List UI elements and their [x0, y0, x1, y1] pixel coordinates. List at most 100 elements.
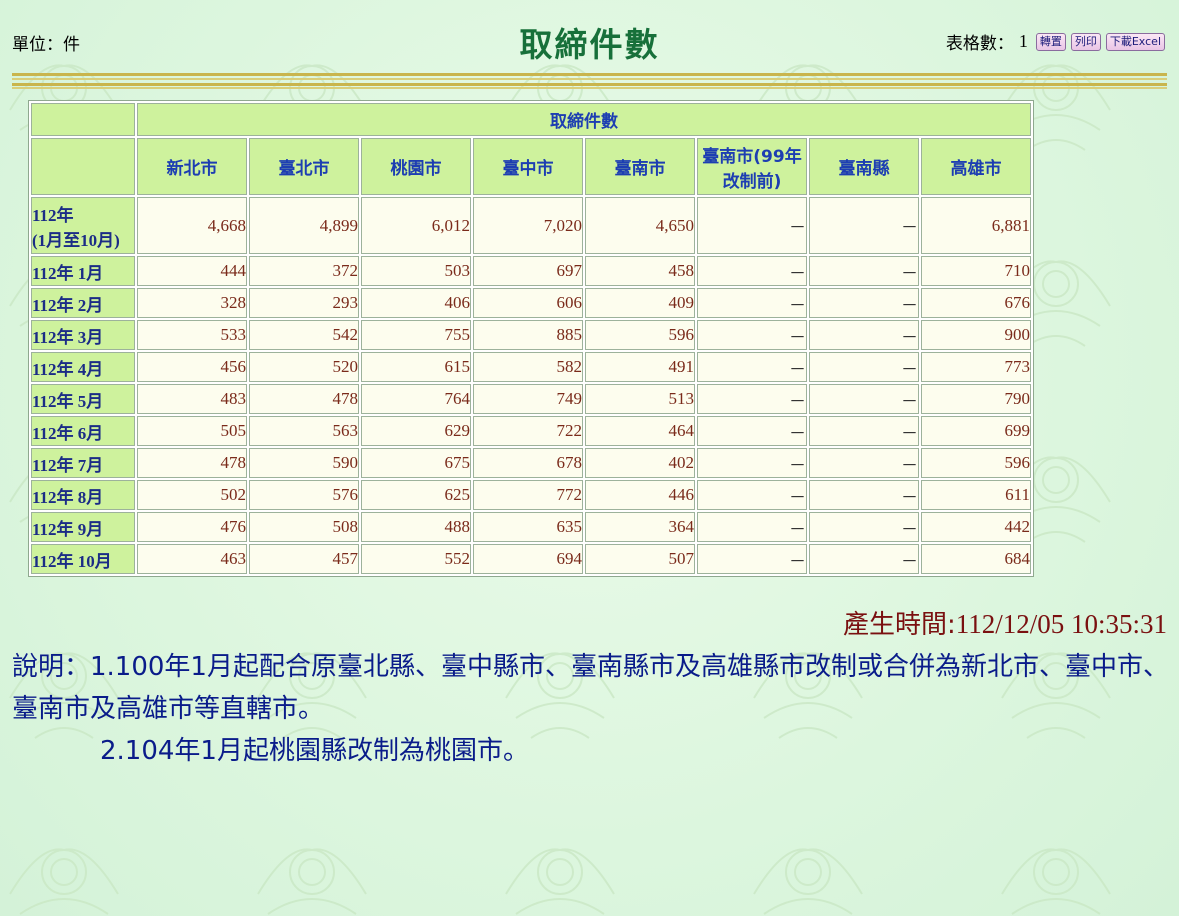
table-cell: 615 [361, 352, 471, 382]
table-cell: 590 [249, 448, 359, 478]
table-row: 112年 6月 505 563 629 722 464 －－ 699 [31, 416, 1031, 446]
table-cell: 507 [585, 544, 695, 574]
table-cell: 508 [249, 512, 359, 542]
header-divider [12, 73, 1167, 89]
column-header-text: 桃園市 [390, 159, 442, 179]
table-row: 112年 4月 456 520 615 582 491 －－ 773 [31, 352, 1031, 382]
table-cell: 699 [921, 416, 1031, 446]
column-header: 臺南市 [585, 138, 695, 195]
column-header-row: 新北市 臺北市 桃園市 臺中市 臺南市 臺南市(99年 改制前) 臺南縣 高雄市 [31, 138, 1031, 195]
row-header: 112年 1月 [31, 256, 135, 286]
notes: 說明：1.100年1月起配合原臺北縣、臺中縣市、臺南縣市及高雄縣市改制或合併為新… [12, 646, 1172, 772]
table-cell: 722 [473, 416, 583, 446]
table-cell: 478 [137, 448, 247, 478]
table-cell: － [809, 288, 919, 318]
column-header-text: 改制前) [722, 171, 782, 192]
table-cell: 675 [361, 448, 471, 478]
table-cell: 503 [361, 256, 471, 286]
table-cell: 678 [473, 448, 583, 478]
table-row: 112年 3月 533 542 755 885 596 －－ 900 [31, 320, 1031, 350]
generated-time: 產生時間:112/12/05 10:35:31 [843, 604, 1167, 641]
row-header-text: 112年 3月 [32, 327, 104, 347]
column-header: 臺南市(99年 改制前) [697, 138, 807, 195]
row-header-text: 112年 8月 [32, 487, 104, 507]
table-cell: 697 [473, 256, 583, 286]
table-cell: 764 [361, 384, 471, 414]
table-cell: － [809, 416, 919, 446]
generated-time-value: 112/12/05 10:35:31 [955, 609, 1167, 639]
transpose-button[interactable]: 轉置 [1035, 32, 1066, 51]
table-cell: 4,668 [137, 197, 247, 254]
row-header-text: 112年 10月 [32, 551, 112, 571]
table-cell: － [697, 384, 807, 414]
row-header-text: 112年 5月 [32, 391, 104, 411]
table-cell: － [697, 197, 807, 254]
table-cell: 772 [473, 480, 583, 510]
table-cell: 6,881 [921, 197, 1031, 254]
row-header-text: 112年 [32, 205, 74, 225]
table-cell: － [697, 352, 807, 382]
column-header: 臺北市 [249, 138, 359, 195]
table-cell: － [809, 544, 919, 574]
table-cell: － [809, 320, 919, 350]
row-header: 112年 4月 [31, 352, 135, 382]
table-count-label: 表格數： [945, 34, 1014, 54]
table-cell: 606 [473, 288, 583, 318]
table-cell: 749 [473, 384, 583, 414]
table-cell: 790 [921, 384, 1031, 414]
table-cell: － [697, 448, 807, 478]
table-row: 112年 9月 476 508 488 635 364 －－ 442 [31, 512, 1031, 542]
row-header: 112年 9月 [31, 512, 135, 542]
row-header-text: 112年 9月 [32, 519, 104, 539]
note-line-1: 說明：1.100年1月起配合原臺北縣、臺中縣市、臺南縣市及高雄縣市改制或合併為新… [12, 652, 1169, 724]
table-cell: － [809, 197, 919, 254]
table-cell: 576 [249, 480, 359, 510]
table-cell: 582 [473, 352, 583, 382]
download-excel-button[interactable]: 下載Excel [1105, 32, 1165, 51]
print-button[interactable]: 列印 [1070, 32, 1101, 51]
row-header-text: 112年 4月 [32, 359, 104, 379]
table-cell: 885 [473, 320, 583, 350]
column-header-text: 高雄市 [950, 159, 1002, 179]
column-header-text: 臺南縣 [838, 159, 890, 179]
table-row: 112年 5月 483 478 764 749 513 －－ 790 [31, 384, 1031, 414]
table-cell: 542 [249, 320, 359, 350]
table-cell: 710 [921, 256, 1031, 286]
row-header-text: 112年 6月 [32, 423, 104, 443]
table-cell: 409 [585, 288, 695, 318]
row-header-text: 112年 2月 [32, 295, 104, 315]
table-row: 112年 7月 478 590 675 678 402 －－ 596 [31, 448, 1031, 478]
column-header: 新北市 [137, 138, 247, 195]
table-cell: － [697, 256, 807, 286]
table-cell: 520 [249, 352, 359, 382]
table-cell: － [697, 512, 807, 542]
group-header: 取締件數 [137, 103, 1031, 136]
table-cell: － [697, 544, 807, 574]
table-cell: 4,899 [249, 197, 359, 254]
table-cell: 458 [585, 256, 695, 286]
table-cell: 596 [585, 320, 695, 350]
table-cell: 464 [585, 416, 695, 446]
column-header-text: 臺北市 [278, 159, 330, 179]
table-cell: 533 [137, 320, 247, 350]
table-cell: － [809, 448, 919, 478]
table-cell: － [809, 384, 919, 414]
table-row: 112年 (1月至10月) 4,668 4,899 6,012 7,020 4,650 －－ 6… [31, 197, 1031, 254]
row-header-text: 112年 7月 [32, 455, 104, 475]
table-cell: 552 [361, 544, 471, 574]
column-header-text: 臺中市 [502, 159, 554, 179]
table-cell: 402 [585, 448, 695, 478]
row-header-text: (1月至10月) [32, 230, 120, 250]
row-header: 112年 7月 [31, 448, 135, 478]
table-cell: 444 [137, 256, 247, 286]
table-cell: 635 [473, 512, 583, 542]
table-row: 112年 8月 502 576 625 772 446 －－ 611 [31, 480, 1031, 510]
page-header: 單位：件 取締件數 表格數： 1 轉置 列印 下載Excel [0, 0, 1179, 70]
row-header: 112年 10月 [31, 544, 135, 574]
table-cell: 773 [921, 352, 1031, 382]
row-header: 112年 5月 [31, 384, 135, 414]
table-cell: － [809, 512, 919, 542]
table-cell: 456 [137, 352, 247, 382]
table-cell: 328 [137, 288, 247, 318]
table-cell: 6,012 [361, 197, 471, 254]
